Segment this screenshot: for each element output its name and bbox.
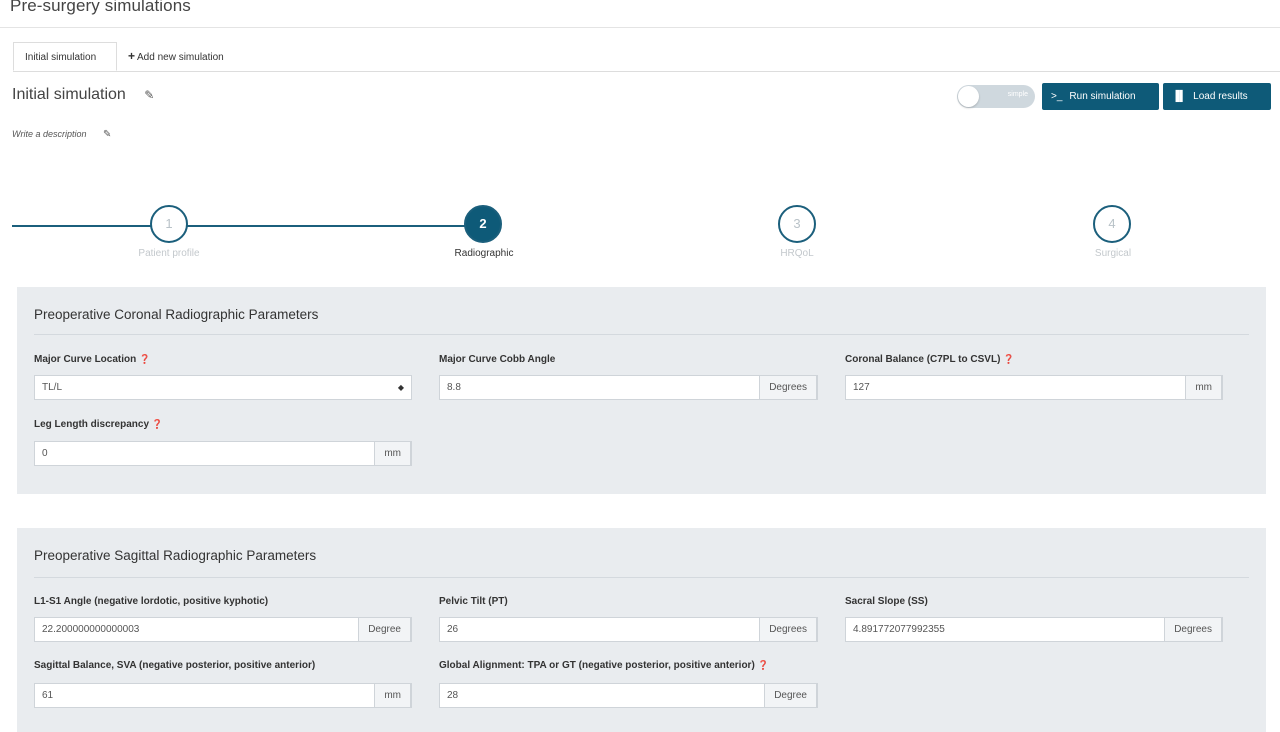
step-2-label: Radiographic: [454, 248, 514, 259]
select-caret-icon: ◆: [397, 383, 404, 392]
tab-initial-simulation[interactable]: Initial simulation: [13, 42, 117, 71]
unit-addon: Degree: [358, 617, 411, 642]
step-2-circle[interactable]: 2: [464, 205, 502, 243]
major-curve-location-select[interactable]: TL/L ◆: [34, 375, 412, 400]
sva-label: Sagittal Balance, SVA (negative posterio…: [34, 660, 316, 671]
page-title: Pre-surgery simulations: [10, 0, 191, 15]
l1-s1-angle-input[interactable]: 22.200000000000003 Degree: [34, 617, 412, 642]
tab-label: Initial simulation: [25, 52, 97, 63]
input-value: 22.200000000000003: [42, 624, 140, 635]
sagittal-panel-heading: Preoperative Sagittal Radiographic Param…: [34, 548, 317, 563]
label-text: Major Curve Location: [34, 354, 137, 365]
step-3-label: HRQoL: [780, 248, 814, 259]
help-icon[interactable]: ❓: [152, 419, 163, 429]
help-icon[interactable]: ❓: [758, 660, 769, 670]
major-curve-cobb-input[interactable]: 8.8 Degrees: [439, 375, 818, 400]
major-curve-cobb-label: Major Curve Cobb Angle: [439, 354, 556, 365]
sva-input[interactable]: 61 mm: [34, 683, 412, 708]
description-placeholder: Write a description: [12, 129, 87, 139]
leg-length-input[interactable]: 0 mm: [34, 441, 412, 466]
step-4-circle[interactable]: 4: [1093, 205, 1131, 243]
unit-addon: mm: [374, 441, 411, 466]
simulation-description: Write a description ✎: [12, 129, 111, 140]
toggle-label: simple: [1007, 91, 1028, 98]
edit-title-pencil-icon[interactable]: ✎: [144, 88, 154, 102]
unit-addon: Degrees: [759, 617, 817, 642]
unit-addon: mm: [374, 683, 411, 708]
sacral-slope-input[interactable]: 4.891772077992355 Degrees: [845, 617, 1223, 642]
label-text: Coronal Balance (C7PL to CSVL): [845, 354, 1001, 365]
leg-length-label: Leg Length discrepancy ❓: [34, 419, 163, 430]
step-1-circle[interactable]: 1: [150, 205, 188, 243]
simulation-title-text: Initial simulation: [12, 86, 126, 103]
input-value: 26: [447, 624, 459, 635]
tabs-divider: [13, 71, 1280, 72]
unit-addon: Degrees: [759, 375, 817, 400]
tab-label: Add new simulation: [137, 52, 224, 63]
help-icon[interactable]: ❓: [1003, 354, 1014, 364]
global-alignment-label: Global Alignment: TPA or GT (negative po…: [439, 660, 769, 671]
l1-s1-angle-label: L1-S1 Angle (negative lordotic, positive…: [34, 596, 269, 607]
coronal-balance-input[interactable]: 127 mm: [845, 375, 1223, 400]
input-value: 4.891772077992355: [853, 624, 945, 635]
step-1-label: Patient profile: [138, 248, 200, 259]
unit-addon: Degree: [764, 683, 817, 708]
panel-divider: [34, 334, 1249, 335]
step-4-label: Surgical: [1094, 248, 1132, 259]
bar-chart-icon: ▐▌: [1172, 91, 1187, 102]
panel-divider: [34, 577, 1249, 578]
input-value: 8.8: [447, 382, 461, 393]
input-value: 28: [447, 690, 459, 701]
input-value: 127: [853, 382, 870, 393]
sagittal-parameters-panel: Preoperative Sagittal Radiographic Param…: [17, 528, 1266, 732]
label-text: Leg Length discrepancy: [34, 419, 150, 430]
load-results-label: Load results: [1193, 91, 1248, 102]
simple-mode-toggle[interactable]: simple: [957, 85, 1035, 108]
unit-addon: mm: [1185, 375, 1222, 400]
pelvic-tilt-input[interactable]: 26 Degrees: [439, 617, 818, 642]
coronal-panel-heading: Preoperative Coronal Radiographic Parame…: [34, 307, 319, 322]
sacral-slope-label: Sacral Slope (SS): [845, 596, 928, 607]
input-value: 61: [42, 690, 54, 701]
select-value: TL/L: [42, 382, 63, 393]
edit-description-pencil-icon[interactable]: ✎: [103, 129, 111, 140]
input-value: 0: [42, 448, 48, 459]
unit-addon: Degrees: [1164, 617, 1222, 642]
run-simulation-label: Run simulation: [1069, 91, 1136, 102]
pelvic-tilt-label: Pelvic Tilt (PT): [439, 596, 508, 607]
global-alignment-input[interactable]: 28 Degree: [439, 683, 818, 708]
help-icon[interactable]: ❓: [139, 354, 150, 364]
terminal-icon: >_: [1051, 91, 1063, 102]
simulation-title: Initial simulation ✎: [12, 86, 154, 104]
run-simulation-button[interactable]: >_ Run simulation: [1042, 83, 1159, 110]
title-divider: [0, 27, 1280, 28]
toggle-knob: [958, 86, 979, 107]
coronal-balance-label: Coronal Balance (C7PL to CSVL) ❓: [845, 354, 1014, 365]
major-curve-location-label: Major Curve Location ❓: [34, 354, 150, 365]
step-3-circle[interactable]: 3: [778, 205, 816, 243]
plus-icon: +: [128, 49, 136, 63]
stepper-progress-line: [12, 225, 486, 227]
label-text: Global Alignment: TPA or GT (negative po…: [439, 660, 755, 671]
load-results-button[interactable]: ▐▌ Load results: [1163, 83, 1271, 110]
add-simulation-tab[interactable]: + Add new simulation: [128, 42, 224, 71]
coronal-parameters-panel: Preoperative Coronal Radiographic Parame…: [17, 287, 1266, 494]
